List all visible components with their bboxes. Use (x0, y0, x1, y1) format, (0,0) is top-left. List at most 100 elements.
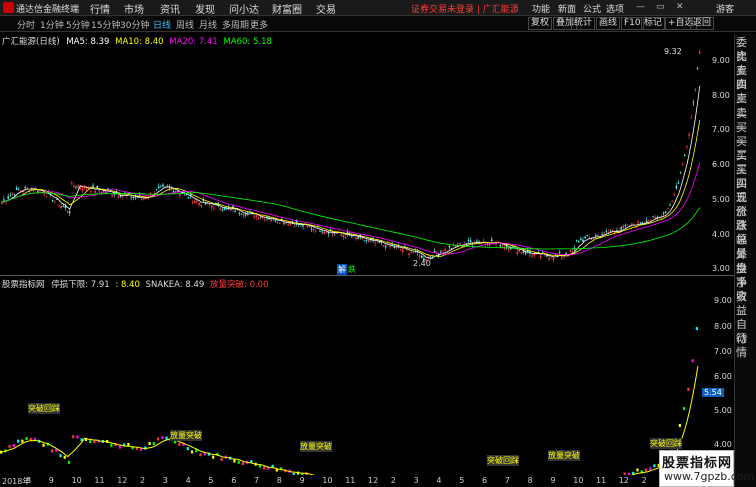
menu-zixun[interactable]: 资讯 (160, 1, 180, 16)
date-tick: 5 (208, 476, 214, 485)
indicator-mark (156, 437, 160, 441)
candle-body (194, 201, 196, 203)
sidebar-item[interactable]: 行情 (736, 332, 756, 360)
candle-body (684, 154, 686, 156)
candle-body (507, 249, 510, 251)
candle-body (696, 67, 699, 69)
menu-xinmian[interactable]: 新面 (558, 2, 576, 15)
fuquan-button[interactable]: 复权 (528, 17, 553, 30)
indicator-chart[interactable] (0, 290, 704, 475)
biaoji-button[interactable]: 标记 (641, 17, 666, 30)
period-monthly[interactable]: 月线 (199, 18, 217, 31)
candle-body (293, 226, 296, 228)
menu-xuanxiang[interactable]: 选项 (606, 2, 624, 15)
period-more[interactable]: 更多 (250, 18, 268, 31)
period-1min[interactable]: 1分钟 (40, 18, 64, 31)
period-30min[interactable]: 30分钟 (120, 18, 149, 31)
candle-body (410, 252, 412, 254)
candle-body (662, 212, 665, 214)
candle-body (401, 249, 404, 252)
snakea-value: SNAKEA: 8.49 (145, 280, 205, 290)
back-button[interactable]: 返回 (690, 17, 715, 30)
candle-body (355, 236, 357, 239)
candle-body (85, 188, 88, 190)
close-icon[interactable]: ✕ (676, 2, 684, 12)
indicator-mark (89, 440, 92, 444)
period-5min[interactable]: 5分钟 (66, 18, 90, 31)
menu-gongneng[interactable]: 功能 (532, 2, 550, 15)
huaxian-button[interactable]: 画线 (596, 17, 621, 30)
candle-body (331, 232, 334, 235)
indicator-mark (233, 459, 236, 463)
candle-body (37, 190, 39, 192)
menu-faxian[interactable]: 发现 (195, 1, 215, 16)
candle-body (312, 228, 315, 231)
indicator-header: 股票指标网 停损下限: 7.91 : 8.40 SNAKEA: 8.49 放量突… (2, 278, 269, 290)
menu-shichang[interactable]: 市场 (124, 1, 144, 16)
candle-body (264, 219, 266, 221)
candle-body (575, 239, 578, 241)
sidebar-item[interactable]: 收益 (736, 290, 756, 318)
indicator-name[interactable]: 股票指标网 (2, 280, 45, 290)
date-tick: 10 (71, 476, 82, 485)
indicator-value: : 8.40 (115, 280, 140, 290)
indicator-mark (42, 443, 45, 447)
menu-caifuquan[interactable]: 财富圈 (272, 1, 302, 16)
candle-body (597, 235, 599, 236)
user-label[interactable]: 游客 (716, 2, 734, 15)
candle-body (677, 182, 680, 184)
menu-wenxiaoda[interactable]: 问小达 (229, 1, 259, 16)
price-tick: 8.00 (712, 91, 730, 100)
candle-body (143, 198, 145, 200)
menu-hangqing[interactable]: 行情 (90, 1, 110, 16)
candle-body (15, 187, 18, 190)
date-tick: 3 (162, 476, 168, 485)
restore-icon[interactable]: ▭ (656, 2, 665, 12)
watermark-title: 股票指标网 (662, 456, 733, 471)
indicator-mark (199, 453, 202, 457)
candle-body (54, 200, 56, 202)
quote-sidebar: 委比 卖五 卖四 卖三 卖二 卖一 买一 买二 买三 买四 买五 现价 涨跌 涨幅 总量 外盘 换手 净资 收益 自动… (734, 34, 756, 487)
candle-body (111, 194, 113, 197)
menu-jiaoyi[interactable]: 交易 (316, 1, 336, 16)
candle-body (13, 194, 16, 196)
die-mark[interactable]: 跌 (348, 264, 356, 275)
period-fenshi[interactable]: 分时 (17, 18, 35, 31)
candle-body (429, 256, 432, 258)
candle-body (440, 251, 442, 253)
candle-body (548, 258, 550, 260)
indicator-annotation: 放量突破 (170, 430, 202, 441)
candle-body (60, 206, 62, 209)
candle-body (367, 239, 370, 242)
ma-line-60 (1, 191, 701, 250)
candle-body (688, 134, 690, 136)
candle-body (631, 223, 633, 225)
minimize-icon[interactable]: — (636, 2, 645, 12)
period-daily[interactable]: 日线 (153, 18, 171, 31)
candle-body (605, 230, 608, 232)
period-weekly[interactable]: 周线 (176, 18, 194, 31)
stop-loss-value: 停损下限: 7.91 (51, 280, 110, 290)
login-alert[interactable]: 证券交易未登录 | 广汇能源 (411, 2, 519, 15)
candle-body (539, 256, 542, 259)
candle-body (172, 190, 175, 192)
candle-body (73, 185, 75, 187)
date-tick: 3 (413, 476, 419, 485)
date-tick: 10 (573, 476, 584, 485)
indicator-mark (186, 447, 189, 451)
indicator-mark (21, 439, 24, 443)
tongji-button[interactable]: 统计 (571, 17, 596, 30)
candle-body (582, 239, 584, 242)
menu-gongshi[interactable]: 公式 (583, 2, 601, 15)
candle-body (406, 249, 408, 251)
jie-mark[interactable]: 解 (337, 264, 347, 275)
indicator-mark (649, 467, 652, 471)
candle-body (667, 207, 669, 209)
candle-body (274, 220, 277, 222)
period-15min[interactable]: 15分钟 (91, 18, 120, 31)
candle-body (601, 234, 603, 235)
candlestick-chart[interactable] (0, 45, 704, 275)
period-multi[interactable]: 多周期 (222, 18, 249, 31)
candle-body (435, 253, 438, 255)
indicator-mark (110, 443, 113, 447)
